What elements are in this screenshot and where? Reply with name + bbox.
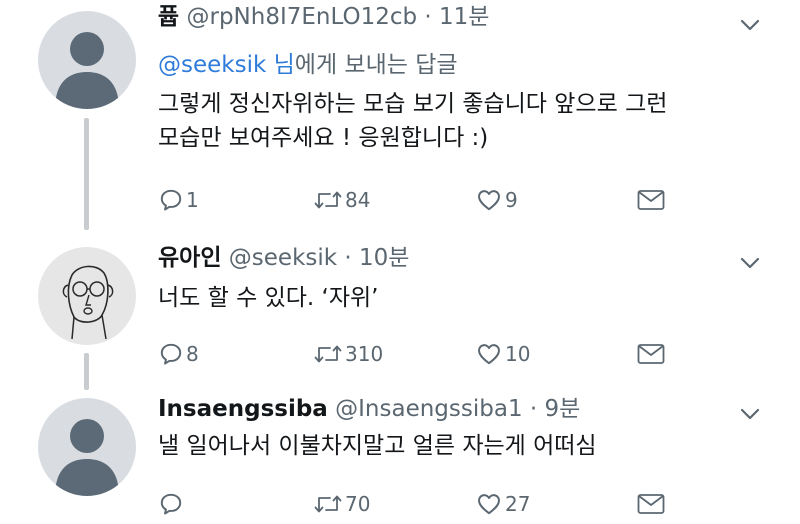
tweet-3[interactable]: Insaengssiba @Insaengssiba1 · 9분 낼 일어나서 … — [0, 390, 800, 524]
direct-message-button[interactable] — [636, 489, 666, 519]
tweet-actions: 8 310 10 — [158, 339, 678, 369]
like-button[interactable]: 9 — [475, 185, 518, 215]
tweet-header: 유아인 @seeksik · 10분 — [158, 243, 409, 273]
reply-icon — [160, 343, 182, 365]
reply-count: 1 — [186, 188, 199, 212]
retweet-count: 84 — [345, 188, 371, 212]
thread-line — [84, 353, 89, 390]
display-name[interactable]: 퓹 — [158, 4, 179, 30]
reply-mention-link[interactable]: @seeksik 님 — [158, 52, 295, 78]
display-name[interactable]: 유아인 — [158, 245, 221, 271]
envelope-icon — [637, 190, 665, 210]
user-handle[interactable]: @rpNh8I7EnLO12cb — [186, 4, 417, 30]
replying-to: @seeksik 님에게 보내는 답글 — [158, 49, 458, 81]
tweet-1[interactable]: 퓹 @rpNh8I7EnLO12cb · 11분 @seeksik 님에게 보내… — [0, 0, 800, 230]
like-count: 27 — [505, 492, 531, 516]
tweet-actions: 1 84 9 — [158, 185, 678, 215]
retweet-count: 310 — [345, 342, 384, 366]
tweet-actions: 70 27 — [158, 489, 678, 519]
heart-icon — [478, 494, 500, 515]
retweet-button[interactable]: 84 — [313, 185, 370, 215]
timestamp[interactable]: 11분 — [439, 4, 489, 30]
tweet-text-line: 너도 할 수 있다. ‘자위’ — [158, 285, 379, 311]
tweet-text-line: 낼 일어나서 이불차지말고 얼른 자는게 어떠심 — [158, 433, 597, 459]
timestamp[interactable]: 10분 — [359, 245, 409, 271]
separator-dot: · — [344, 245, 352, 271]
separator-dot: · — [529, 396, 538, 422]
reply-icon — [160, 189, 182, 211]
retweet-icon — [314, 345, 342, 363]
tweet-header: Insaengssiba @Insaengssiba1 · 9분 — [158, 394, 580, 424]
retweet-button[interactable]: 310 — [313, 339, 383, 369]
heart-icon — [478, 344, 500, 365]
like-count: 9 — [505, 188, 518, 212]
reply-to-suffix: 에게 보내는 답글 — [294, 52, 458, 78]
tweet-text-line: 모습만 보여주세요 ! 응원합니다 :) — [158, 125, 489, 151]
retweet-count: 70 — [345, 492, 371, 516]
direct-message-button[interactable] — [636, 339, 666, 369]
reply-count: 8 — [186, 342, 199, 366]
thread-line — [84, 118, 89, 230]
like-button[interactable]: 27 — [475, 489, 530, 519]
tweet-text: 그렇게 정신자위하는 모습 보기 좋습니다 앞으로 그런 모습만 보여주세요 !… — [158, 87, 667, 155]
like-button[interactable]: 10 — [475, 339, 530, 369]
display-name[interactable]: Insaengssiba — [158, 396, 328, 422]
timestamp[interactable]: 9분 — [545, 396, 581, 422]
default-avatar-icon[interactable] — [38, 11, 136, 109]
heart-icon — [478, 190, 500, 211]
avatar[interactable] — [38, 247, 136, 345]
like-count: 10 — [505, 342, 531, 366]
envelope-icon — [637, 344, 665, 364]
reply-button[interactable]: 8 — [158, 339, 199, 369]
tweet-text: 너도 할 수 있다. ‘자위’ — [158, 281, 378, 315]
tweet-header: 퓹 @rpNh8I7EnLO12cb · 11분 — [158, 2, 489, 32]
chevron-down-icon[interactable] — [738, 402, 762, 426]
chevron-down-icon[interactable] — [738, 251, 762, 275]
tweet-text: 낼 일어나서 이불차지말고 얼른 자는게 어떠심 — [158, 429, 597, 463]
direct-message-button[interactable] — [636, 185, 666, 215]
tweet-2[interactable]: 유아인 @seeksik · 10분 너도 할 수 있다. ‘자위’ 8 310… — [0, 230, 800, 390]
reply-button[interactable] — [158, 489, 186, 519]
user-handle[interactable]: @Insaengssiba1 — [335, 396, 522, 422]
envelope-icon — [637, 494, 665, 514]
retweet-icon — [314, 495, 342, 513]
retweet-icon — [314, 191, 342, 209]
reply-icon — [160, 493, 182, 515]
retweet-button[interactable]: 70 — [313, 489, 370, 519]
default-avatar-icon[interactable] — [38, 398, 136, 496]
reply-button[interactable]: 1 — [158, 185, 199, 215]
user-handle[interactable]: @seeksik — [229, 245, 337, 271]
tweet-text-line: 그렇게 정신자위하는 모습 보기 좋습니다 앞으로 그런 — [158, 91, 668, 117]
separator-dot: · — [424, 4, 432, 30]
chevron-down-icon[interactable] — [738, 13, 762, 37]
